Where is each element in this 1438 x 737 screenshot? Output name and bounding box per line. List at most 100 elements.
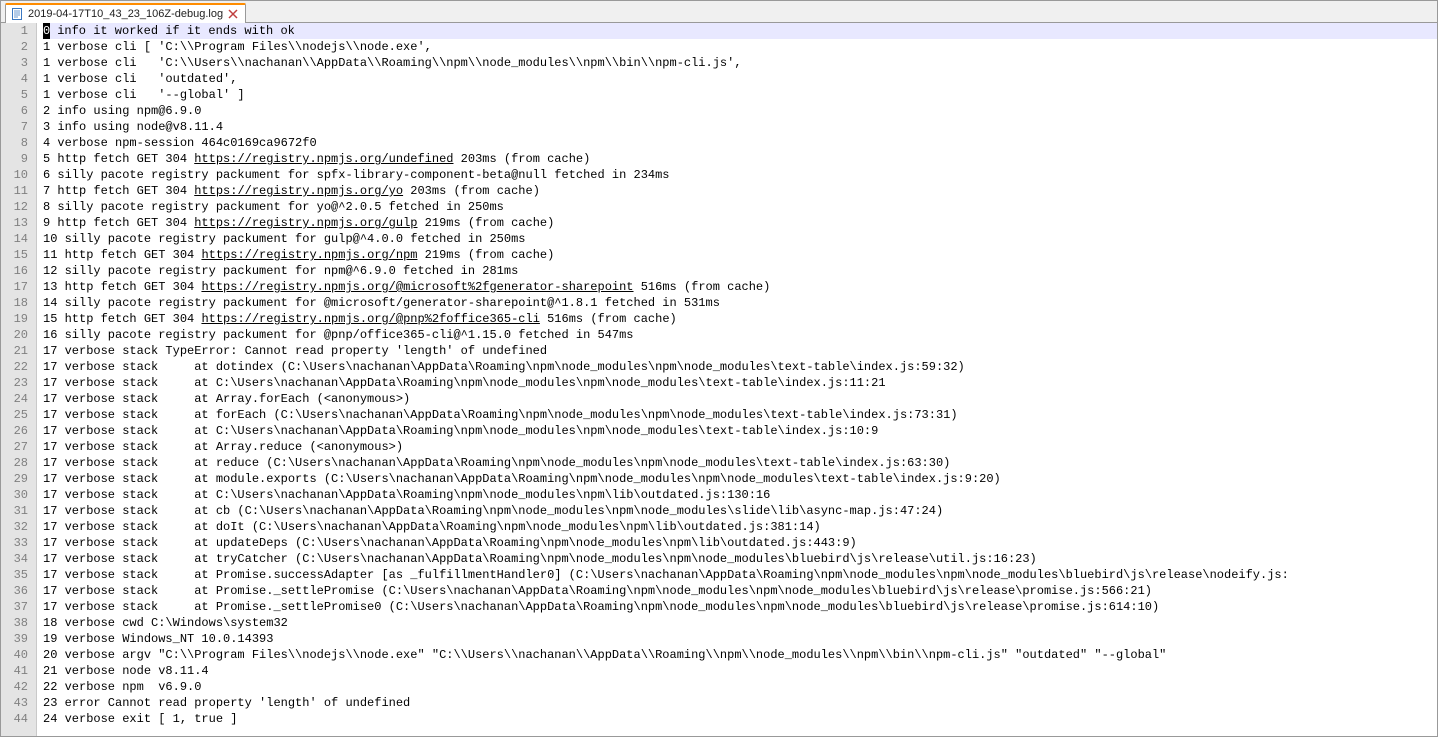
line-number: 28: [5, 455, 28, 471]
log-segment: 203ms (from cache): [403, 184, 540, 198]
log-segment: 12 silly pacote registry packument for n…: [43, 264, 518, 278]
line-number: 41: [5, 663, 28, 679]
log-segment: 1 verbose cli [ 'C:\\Program Files\\node…: [43, 40, 432, 54]
line-number: 20: [5, 327, 28, 343]
line-number: 6: [5, 103, 28, 119]
log-segment: 2 info using npm@6.9.0: [43, 104, 201, 118]
log-line: 23 error Cannot read property 'length' o…: [43, 695, 1437, 711]
line-number: 13: [5, 215, 28, 231]
line-number: 3: [5, 55, 28, 71]
line-number: 37: [5, 599, 28, 615]
line-number: 22: [5, 359, 28, 375]
log-segment: 13 http fetch GET 304: [43, 280, 201, 294]
line-number: 29: [5, 471, 28, 487]
line-number: 10: [5, 167, 28, 183]
line-number: 14: [5, 231, 28, 247]
log-segment: 17 verbose stack at forEach (C:\Users\na…: [43, 408, 958, 422]
text-cursor: 0: [43, 23, 50, 39]
log-line: 12 silly pacote registry packument for n…: [43, 263, 1437, 279]
line-number: 27: [5, 439, 28, 455]
line-number: 2: [5, 39, 28, 55]
line-number: 21: [5, 343, 28, 359]
log-segment: 17 verbose stack at C:\Users\nachanan\Ap…: [43, 488, 770, 502]
url-link[interactable]: https://registry.npmjs.org/yo: [194, 184, 403, 198]
log-line: 18 verbose cwd C:\Windows\system32: [43, 615, 1437, 631]
log-line: 17 verbose stack TypeError: Cannot read …: [43, 343, 1437, 359]
log-line: 1 verbose cli 'outdated',: [43, 71, 1437, 87]
log-line: 16 silly pacote registry packument for @…: [43, 327, 1437, 343]
log-line: 22 verbose npm v6.9.0: [43, 679, 1437, 695]
line-number: 40: [5, 647, 28, 663]
log-segment: 22 verbose npm v6.9.0: [43, 680, 201, 694]
url-link[interactable]: https://registry.npmjs.org/@microsoft%2f…: [201, 280, 633, 294]
log-segment: 17 verbose stack at Promise._settlePromi…: [43, 584, 1152, 598]
line-number: 38: [5, 615, 28, 631]
line-number: 32: [5, 519, 28, 535]
line-number: 18: [5, 295, 28, 311]
log-segment: 219ms (from cache): [417, 216, 554, 230]
log-line: 3 info using node@v8.11.4: [43, 119, 1437, 135]
log-segment: 1 verbose cli '--global' ]: [43, 88, 245, 102]
line-number: 24: [5, 391, 28, 407]
line-number: 23: [5, 375, 28, 391]
log-line: 17 verbose stack at C:\Users\nachanan\Ap…: [43, 487, 1437, 503]
log-segment: 7 http fetch GET 304: [43, 184, 194, 198]
log-segment: 17 verbose stack at Promise.successAdapt…: [43, 568, 1289, 582]
close-icon[interactable]: [227, 8, 239, 20]
log-segment: 1 verbose cli 'outdated',: [43, 72, 237, 86]
url-link[interactable]: https://registry.npmjs.org/npm: [201, 248, 417, 262]
log-segment: 17 verbose stack at C:\Users\nachanan\Ap…: [43, 376, 886, 390]
log-segment: 14 silly pacote registry packument for @…: [43, 296, 720, 310]
log-line: 17 verbose stack at dotindex (C:\Users\n…: [43, 359, 1437, 375]
log-line: 19 verbose Windows_NT 10.0.14393: [43, 631, 1437, 647]
editor-area: 1234567891011121314151617181920212223242…: [1, 23, 1437, 736]
log-line: 10 silly pacote registry packument for g…: [43, 231, 1437, 247]
log-segment: 17 verbose stack at cb (C:\Users\nachana…: [43, 504, 943, 518]
log-segment: 23 error Cannot read property 'length' o…: [43, 696, 410, 710]
log-line: 17 verbose stack at Array.forEach (<anon…: [43, 391, 1437, 407]
log-segment: 15 http fetch GET 304: [43, 312, 201, 326]
log-segment: 516ms (from cache): [634, 280, 771, 294]
log-line: 17 verbose stack at Promise._settlePromi…: [43, 583, 1437, 599]
log-line: 14 silly pacote registry packument for @…: [43, 295, 1437, 311]
url-link[interactable]: https://registry.npmjs.org/@pnp%2foffice…: [201, 312, 539, 326]
line-number: 1: [5, 23, 28, 39]
log-line: 6 silly pacote registry packument for sp…: [43, 167, 1437, 183]
url-link[interactable]: https://registry.npmjs.org/gulp: [194, 216, 417, 230]
log-segment: 17 verbose stack at Promise._settlePromi…: [43, 600, 1159, 614]
text-content[interactable]: 0 info it worked if it ends with ok1 ver…: [37, 23, 1437, 736]
log-line: 11 http fetch GET 304 https://registry.n…: [43, 247, 1437, 263]
log-line: 4 verbose npm-session 464c0169ca9672f0: [43, 135, 1437, 151]
log-line: 17 verbose stack at Promise._settlePromi…: [43, 599, 1437, 615]
line-number: 34: [5, 551, 28, 567]
line-number-gutter: 1234567891011121314151617181920212223242…: [1, 23, 37, 736]
log-line: 7 http fetch GET 304 https://registry.np…: [43, 183, 1437, 199]
log-segment: 20 verbose argv "C:\\Program Files\\node…: [43, 648, 1166, 662]
log-line: 24 verbose exit [ 1, true ]: [43, 711, 1437, 727]
log-line: 21 verbose node v8.11.4: [43, 663, 1437, 679]
log-line: 17 verbose stack at doIt (C:\Users\nacha…: [43, 519, 1437, 535]
line-number: 42: [5, 679, 28, 695]
line-number: 33: [5, 535, 28, 551]
url-link[interactable]: https://registry.npmjs.org/undefined: [194, 152, 453, 166]
log-line: 15 http fetch GET 304 https://registry.n…: [43, 311, 1437, 327]
log-line: 17 verbose stack at cb (C:\Users\nachana…: [43, 503, 1437, 519]
log-line: 0 info it worked if it ends with ok: [43, 23, 1437, 39]
log-line: 17 verbose stack at forEach (C:\Users\na…: [43, 407, 1437, 423]
log-line: 1 verbose cli '--global' ]: [43, 87, 1437, 103]
line-number: 17: [5, 279, 28, 295]
log-segment: 16 silly pacote registry packument for @…: [43, 328, 634, 342]
log-line: 17 verbose stack at Promise.successAdapt…: [43, 567, 1437, 583]
log-segment: 8 silly pacote registry packument for yo…: [43, 200, 504, 214]
log-segment: 17 verbose stack at Array.reduce (<anony…: [43, 440, 403, 454]
line-number: 16: [5, 263, 28, 279]
log-segment: 19 verbose Windows_NT 10.0.14393: [43, 632, 273, 646]
log-line: 17 verbose stack at tryCatcher (C:\Users…: [43, 551, 1437, 567]
file-tab[interactable]: 2019-04-17T10_43_23_106Z-debug.log: [5, 3, 246, 23]
log-segment: 18 verbose cwd C:\Windows\system32: [43, 616, 288, 630]
line-number: 30: [5, 487, 28, 503]
line-number: 11: [5, 183, 28, 199]
log-segment: 3 info using node@v8.11.4: [43, 120, 223, 134]
log-line: 17 verbose stack at C:\Users\nachanan\Ap…: [43, 375, 1437, 391]
line-number: 4: [5, 71, 28, 87]
